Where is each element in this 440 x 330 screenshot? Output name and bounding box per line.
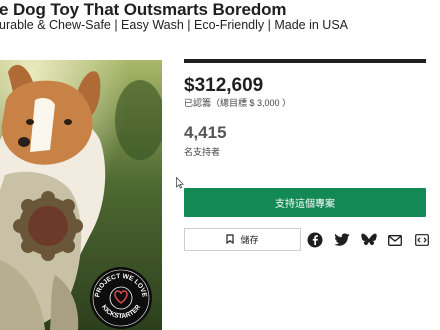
backers-label: 名支持者 bbox=[184, 147, 221, 157]
embed-icon[interactable] bbox=[413, 231, 431, 249]
facebook-icon[interactable] bbox=[306, 231, 324, 249]
project-hero-image[interactable]: PROJECT WE LOVE KICKSTARTER bbox=[0, 60, 162, 330]
save-button-label: 儲存 bbox=[240, 235, 259, 245]
back-button-label: 支持這個專案 bbox=[275, 199, 335, 210]
project-title: e Dog Toy That Outsmarts Boredom bbox=[0, 0, 287, 19]
share-icons bbox=[306, 231, 431, 249]
pledged-amount: $312,609 bbox=[184, 75, 264, 96]
backers-count: 4,415 bbox=[184, 123, 227, 142]
mouse-cursor-icon bbox=[176, 176, 185, 194]
dog-photo: PROJECT WE LOVE KICKSTARTER bbox=[0, 60, 162, 330]
back-this-project-button[interactable]: 支持這個專案 bbox=[184, 188, 426, 217]
bookmark-icon bbox=[226, 233, 235, 246]
project-subtitle: urable & Chew-Safe | Easy Wash | Eco-Fri… bbox=[0, 18, 348, 32]
butterfly-icon[interactable] bbox=[360, 231, 378, 249]
save-button[interactable]: 儲存 bbox=[184, 228, 301, 251]
twitter-icon[interactable] bbox=[333, 231, 351, 249]
email-icon[interactable] bbox=[386, 231, 404, 249]
funding-goal: 已認籌（總目標 $ 3,000 ） bbox=[184, 98, 292, 108]
funding-progress-bar bbox=[184, 59, 426, 63]
